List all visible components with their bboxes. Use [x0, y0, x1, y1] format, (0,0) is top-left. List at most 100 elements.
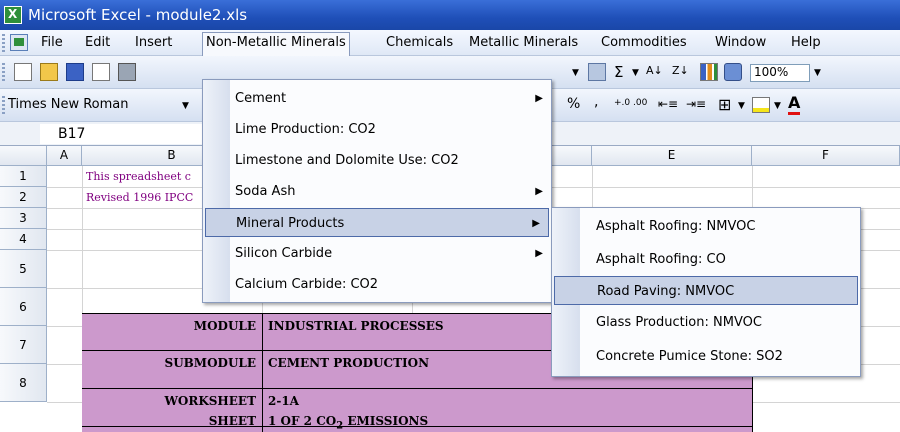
sheet-value-prefix: 1 OF 2 CO: [268, 414, 337, 428]
submenu-arrow-icon: ▶: [535, 186, 543, 197]
cell-b1[interactable]: This spreadsheet c: [86, 170, 191, 183]
menu-item-label: Lime Production: CO2: [235, 122, 376, 137]
row-header-1[interactable]: 1: [0, 166, 47, 187]
mineral-products-submenu: Asphalt Roofing: NMVOC Asphalt Roofing: …: [551, 207, 861, 377]
name-box[interactable]: B17: [40, 124, 210, 144]
excel-app-icon[interactable]: [4, 6, 22, 24]
row-header-6[interactable]: 6: [0, 288, 47, 326]
menu-item-cement[interactable]: Cement ▶: [203, 84, 551, 113]
menu-item-label: Mineral Products: [236, 216, 345, 231]
grip-handle[interactable]: [2, 34, 5, 52]
fill-color-icon[interactable]: [752, 97, 770, 113]
permission-icon[interactable]: [92, 63, 110, 81]
new-document-icon[interactable]: [14, 63, 32, 81]
menu-commodities[interactable]: Commodities: [598, 34, 690, 54]
save-icon[interactable]: [66, 63, 84, 81]
percent-style-button[interactable]: %: [567, 96, 580, 112]
menu-item-lime-production[interactable]: Lime Production: CO2: [203, 115, 551, 144]
sheet-label[interactable]: SHEET: [150, 414, 256, 428]
row-header-2[interactable]: 2: [0, 187, 47, 208]
window-title: Microsoft Excel - module2.xls: [28, 6, 248, 24]
menu-item-label: Concrete Pumice Stone: SO2: [596, 349, 783, 364]
menu-item-label: Asphalt Roofing: CO: [596, 252, 726, 267]
menu-edit[interactable]: Edit: [82, 34, 113, 54]
grip-handle[interactable]: [2, 96, 5, 114]
row-header-5[interactable]: 5: [0, 250, 47, 288]
submenu-item-road-paving-nmvoc[interactable]: Road Paving: NMVOC: [554, 276, 858, 305]
chevron-down-icon[interactable]: ▼: [182, 101, 189, 111]
sheet-value[interactable]: 1 OF 2 CO2 EMISSIONS: [268, 414, 428, 431]
menu-item-label: Glass Production: NMVOC: [596, 315, 762, 330]
row-header-4[interactable]: 4: [0, 229, 47, 250]
module-label[interactable]: MODULE: [180, 319, 256, 333]
menu-non-metallic-minerals[interactable]: Non-Metallic Minerals: [202, 32, 350, 56]
sort-ascending-icon[interactable]: A↓: [646, 64, 663, 77]
title-bar: Microsoft Excel - module2.xls: [0, 0, 900, 30]
submodule-value[interactable]: CEMENT PRODUCTION: [268, 356, 429, 370]
decrease-indent-icon[interactable]: ⇤≡: [658, 97, 678, 111]
increase-decimal-icon[interactable]: +.0 .00: [614, 98, 647, 108]
column-header-a[interactable]: A: [47, 146, 82, 166]
menu-item-label: Silicon Carbide: [235, 246, 333, 261]
worksheet-value[interactable]: 2-1A: [268, 394, 299, 408]
menu-insert[interactable]: Insert: [132, 34, 175, 54]
menu-item-label: Limestone and Dolomite Use: CO2: [235, 153, 459, 168]
column-header-e[interactable]: E: [592, 146, 752, 166]
font-color-icon[interactable]: A: [788, 94, 801, 115]
font-name-field[interactable]: Times New Roman: [8, 97, 128, 112]
menu-bar: File Edit Insert Non-Metallic Minerals C…: [0, 30, 900, 56]
sort-descending-icon[interactable]: Z↓: [672, 64, 689, 77]
open-folder-icon[interactable]: [40, 63, 58, 81]
comma-style-button[interactable]: ,: [594, 94, 598, 110]
submenu-item-asphalt-roofing-co[interactable]: Asphalt Roofing: CO: [552, 245, 860, 274]
chevron-down-icon[interactable]: ▼: [774, 101, 781, 111]
submenu-item-concrete-pumice-so2[interactable]: Concrete Pumice Stone: SO2: [552, 342, 860, 371]
menu-item-limestone-dolomite[interactable]: Limestone and Dolomite Use: CO2: [203, 146, 551, 175]
cell-border: [82, 388, 752, 389]
submodule-label[interactable]: SUBMODULE: [150, 356, 256, 370]
submenu-arrow-icon: ▶: [535, 248, 543, 259]
submenu-item-glass-production-nmvoc[interactable]: Glass Production: NMVOC: [552, 308, 860, 337]
column-header-f[interactable]: F: [752, 146, 900, 166]
menu-help[interactable]: Help: [788, 34, 824, 54]
print-icon[interactable]: [118, 63, 136, 81]
menu-metallic-minerals[interactable]: Metallic Minerals: [466, 34, 581, 54]
chart-wizard-icon[interactable]: [700, 63, 718, 81]
menu-item-label: Cement: [235, 91, 287, 106]
chevron-down-icon[interactable]: ▼: [572, 68, 579, 78]
sheet-value-suffix: EMISSIONS: [343, 414, 429, 428]
menu-chemicals[interactable]: Chemicals: [383, 34, 456, 54]
module-value[interactable]: INDUSTRIAL PROCESSES: [268, 319, 444, 333]
menu-window[interactable]: Window: [712, 34, 769, 54]
drawing-icon[interactable]: [724, 63, 742, 81]
menu-item-label: Soda Ash: [235, 184, 296, 199]
menu-item-label: Road Paving: NMVOC: [597, 284, 735, 299]
menu-item-soda-ash[interactable]: Soda Ash ▶: [203, 177, 551, 206]
document-icon[interactable]: [10, 34, 28, 51]
submenu-arrow-icon: ▶: [535, 93, 543, 104]
select-all-corner[interactable]: [0, 146, 47, 166]
hyperlink-icon[interactable]: [588, 63, 606, 81]
cell-b2[interactable]: Revised 1996 IPCC: [86, 191, 193, 204]
row-header-3[interactable]: 3: [0, 208, 47, 229]
cell-border: [262, 313, 263, 432]
row-header-7[interactable]: 7: [0, 326, 47, 364]
worksheet-label[interactable]: WORKSHEET: [150, 394, 256, 408]
chevron-down-icon[interactable]: ▼: [632, 68, 639, 78]
borders-icon[interactable]: ⊞: [718, 95, 731, 114]
menu-item-label: Asphalt Roofing: NMVOC: [596, 219, 756, 234]
row-header-8[interactable]: 8: [0, 364, 47, 402]
zoom-field[interactable]: 100%: [750, 64, 810, 82]
autosum-icon[interactable]: Σ: [614, 63, 623, 81]
menu-item-silicon-carbide[interactable]: Silicon Carbide ▶: [203, 239, 551, 268]
increase-indent-icon[interactable]: ⇥≡: [686, 97, 706, 111]
non-metallic-minerals-menu: Cement ▶ Lime Production: CO2 Limestone …: [202, 79, 552, 303]
submenu-item-asphalt-roofing-nmvoc[interactable]: Asphalt Roofing: NMVOC: [552, 212, 860, 241]
submenu-arrow-icon: ▶: [532, 218, 540, 229]
grip-handle[interactable]: [2, 63, 5, 81]
menu-file[interactable]: File: [38, 34, 66, 54]
chevron-down-icon[interactable]: ▼: [738, 101, 745, 111]
menu-item-calcium-carbide[interactable]: Calcium Carbide: CO2: [203, 270, 551, 299]
menu-item-mineral-products[interactable]: Mineral Products ▶: [205, 208, 549, 237]
chevron-down-icon[interactable]: ▼: [814, 68, 821, 78]
